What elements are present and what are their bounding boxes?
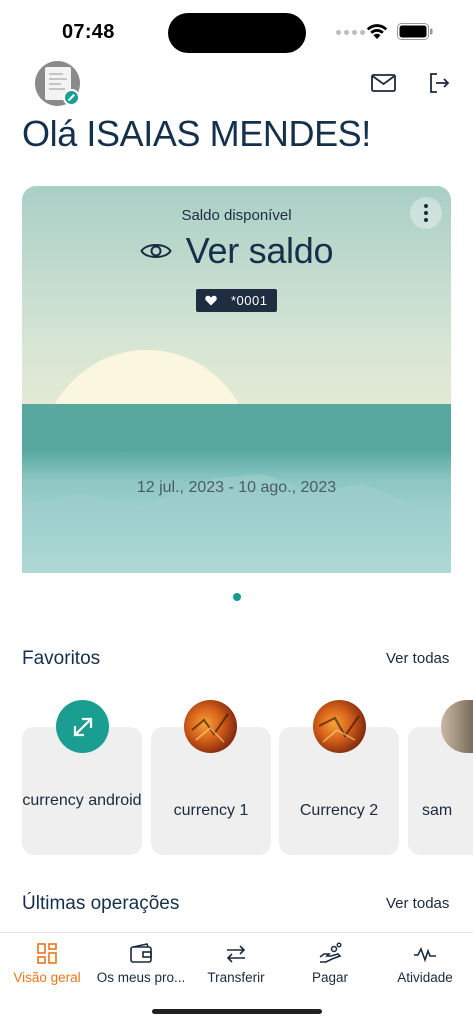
logout-icon[interactable] [428,72,450,94]
date-range: 12 jul., 2023 - 10 ago., 2023 [136,479,337,496]
operations-title: Últimas operações [22,893,180,914]
account-tag: *0001 [196,289,277,312]
battery-icon [397,23,433,40]
wifi-icon [366,24,388,39]
dynamic-island [168,13,306,53]
nav-label: Pagar [311,970,349,985]
favorites-title: Favoritos [22,648,101,669]
home-indicator [152,1009,322,1014]
favorite-label: sam [422,802,453,819]
favorites-see-all-link[interactable]: Ver todas [386,650,449,667]
balance-label: Saldo disponível [181,207,292,224]
account-number: *0001 [231,293,268,308]
favorite-label: currency android [22,792,142,809]
dashboard-icon [37,943,57,964]
nav-label: Visão geral [13,970,81,985]
balance-value[interactable]: Ver saldo [186,230,334,272]
favorite-label: Currency 2 [299,802,379,819]
nav-item-overview[interactable]: Visão geral [0,933,94,993]
transfer-icon [226,945,246,963]
wallet-icon [130,943,152,963]
nav-item-activity[interactable]: Atividade [378,933,472,993]
favorite-label: currency 1 [173,802,249,819]
carousel-page-indicator[interactable] [233,593,241,601]
nav-label: Atividade [397,970,453,985]
operations-see-all-link[interactable]: Ver todas [386,895,449,912]
favorite-photo [184,700,237,753]
balance-row: Ver saldo [0,230,473,272]
page-title: Olá ISAIAS MENDES! [22,113,371,154]
nav-label: Os meus pro... [96,970,186,985]
activity-icon [414,946,436,963]
pencil-icon[interactable] [63,89,80,106]
nav-item-products[interactable]: Os meus pro... [94,933,188,993]
status-time: 07:48 [62,21,115,43]
favorite-photo [313,700,366,753]
status-bar: 07:48 [0,0,473,60]
cellular-signal-icon [336,30,365,35]
heart-icon [205,295,217,306]
nav-label: Transferir [207,970,265,985]
eye-icon[interactable] [140,240,172,262]
transfer-arrows-icon [56,700,109,753]
more-vertical-icon[interactable] [410,197,442,229]
nav-item-pay[interactable]: Pagar [283,933,377,993]
mail-icon[interactable] [371,73,396,93]
nav-item-transfer[interactable]: Transferir [189,933,283,993]
pay-icon [319,942,342,963]
